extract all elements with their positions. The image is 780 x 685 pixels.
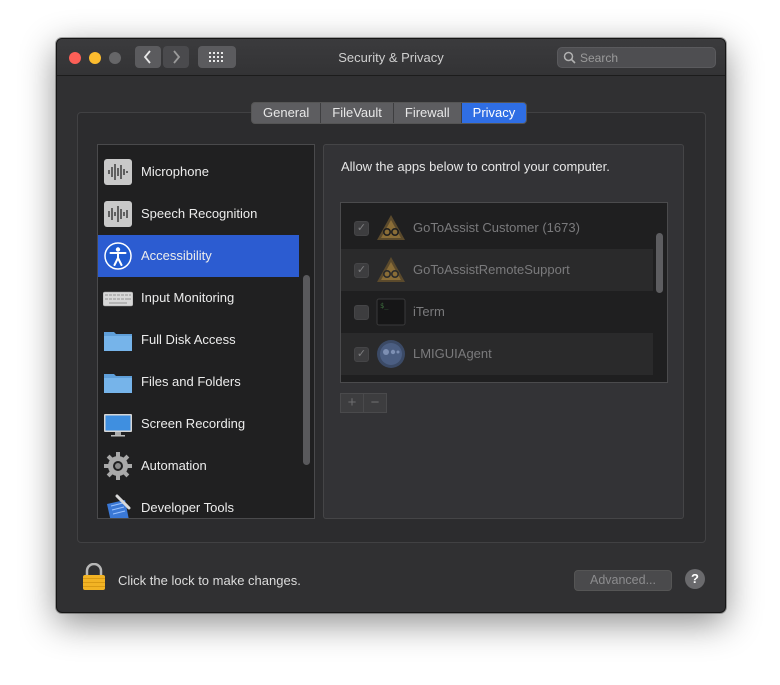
help-button[interactable]: ?: [685, 569, 705, 589]
sidebar-item-label: Automation: [141, 458, 207, 473]
app-name: LMIGUIAgent: [413, 346, 492, 361]
sidebar-item-speech-recognition[interactable]: Speech Recognition: [98, 193, 299, 235]
gotoassist-icon: [377, 215, 405, 240]
keyboard-icon: [103, 291, 133, 307]
sidebar-item-label: Input Monitoring: [141, 290, 235, 305]
list-item[interactable]: ✓ GoToAssistRemoteSupport: [341, 249, 653, 291]
preferences-window: Security & Privacy General FileVault Fir…: [56, 38, 726, 613]
list-item[interactable]: ✓ LMIGUIAgent: [341, 333, 653, 375]
gotoassist-icon: [377, 257, 405, 282]
app-checkbox[interactable]: [354, 305, 369, 320]
sidebar-item-label: Developer Tools: [141, 500, 234, 515]
accessibility-panel: Allow the apps below to control your com…: [323, 144, 684, 519]
app-name: iTerm: [413, 304, 445, 319]
sidebar-item-label: Files and Folders: [141, 374, 241, 389]
folder-icon: [104, 374, 132, 393]
accessibility-icon: [104, 242, 132, 270]
search-box[interactable]: [557, 47, 716, 68]
tab-firewall[interactable]: Firewall: [393, 103, 462, 123]
app-checkbox[interactable]: ✓: [354, 347, 369, 362]
panel-description: Allow the apps below to control your com…: [341, 159, 610, 174]
sidebar-item-input-monitoring[interactable]: Input Monitoring: [98, 277, 299, 319]
sidebar-item-developer-tools[interactable]: Developer Tools: [98, 487, 299, 518]
sidebar-item-label: Accessibility: [141, 248, 212, 263]
sidebar-scrollbar[interactable]: [303, 275, 310, 465]
svg-text:$_: $_: [380, 302, 389, 310]
sidebar-item-full-disk-access[interactable]: Full Disk Access: [98, 319, 299, 361]
display-icon: [104, 414, 132, 437]
terminal-icon: $_: [376, 298, 406, 326]
app-name: GoToAssistRemoteSupport: [413, 262, 570, 277]
add-app-button[interactable]: +: [340, 393, 364, 413]
developer-tools-icon: [107, 494, 131, 518]
sidebar-item-files-and-folders[interactable]: Files and Folders: [98, 361, 299, 403]
sidebar-item-label: Full Disk Access: [141, 332, 236, 347]
folder-icon: [104, 332, 132, 351]
lock-message: Click the lock to make changes.: [118, 573, 301, 588]
privacy-category-list[interactable]: Microphone Speech Recognition Accessibil…: [97, 144, 315, 519]
lock-icon[interactable]: [82, 563, 106, 591]
app-name: GoToAssist Customer (1673): [413, 220, 580, 235]
tab-bar: General FileVault Firewall Privacy: [251, 102, 528, 124]
search-input[interactable]: [580, 48, 710, 67]
tab-general[interactable]: General: [252, 103, 322, 123]
search-icon: [563, 51, 576, 64]
sidebar-item-label: Screen Recording: [141, 416, 246, 431]
app-checkbox[interactable]: ✓: [354, 221, 369, 236]
title-bar: Security & Privacy: [57, 39, 725, 76]
sidebar-item-accessibility[interactable]: Accessibility: [98, 235, 299, 277]
sidebar-item-label: Microphone: [141, 164, 209, 179]
remove-app-button[interactable]: −: [363, 393, 387, 413]
speech-waveform-icon: [104, 201, 132, 227]
sidebar-item-screen-recording[interactable]: Screen Recording: [98, 403, 299, 445]
app-list-scrollbar[interactable]: [656, 233, 663, 293]
list-item[interactable]: $_ iTerm: [341, 291, 653, 333]
sidebar-item-microphone[interactable]: Microphone: [98, 151, 299, 193]
sidebar-item-label: Speech Recognition: [141, 206, 258, 221]
tab-filevault[interactable]: FileVault: [321, 103, 394, 123]
app-checkbox[interactable]: ✓: [354, 263, 369, 278]
microphone-waveform-icon: [104, 159, 132, 185]
app-list[interactable]: ✓ GoToAssist Customer (1673) ✓ GoToAssis…: [340, 202, 668, 383]
sidebar-item-automation[interactable]: Automation: [98, 445, 299, 487]
list-item[interactable]: ✓ GoToAssist Customer (1673): [341, 207, 653, 249]
tab-privacy[interactable]: Privacy: [461, 103, 527, 123]
gear-icon: [104, 452, 132, 480]
lmi-agent-icon: [377, 340, 405, 368]
advanced-button[interactable]: Advanced...: [574, 570, 672, 591]
